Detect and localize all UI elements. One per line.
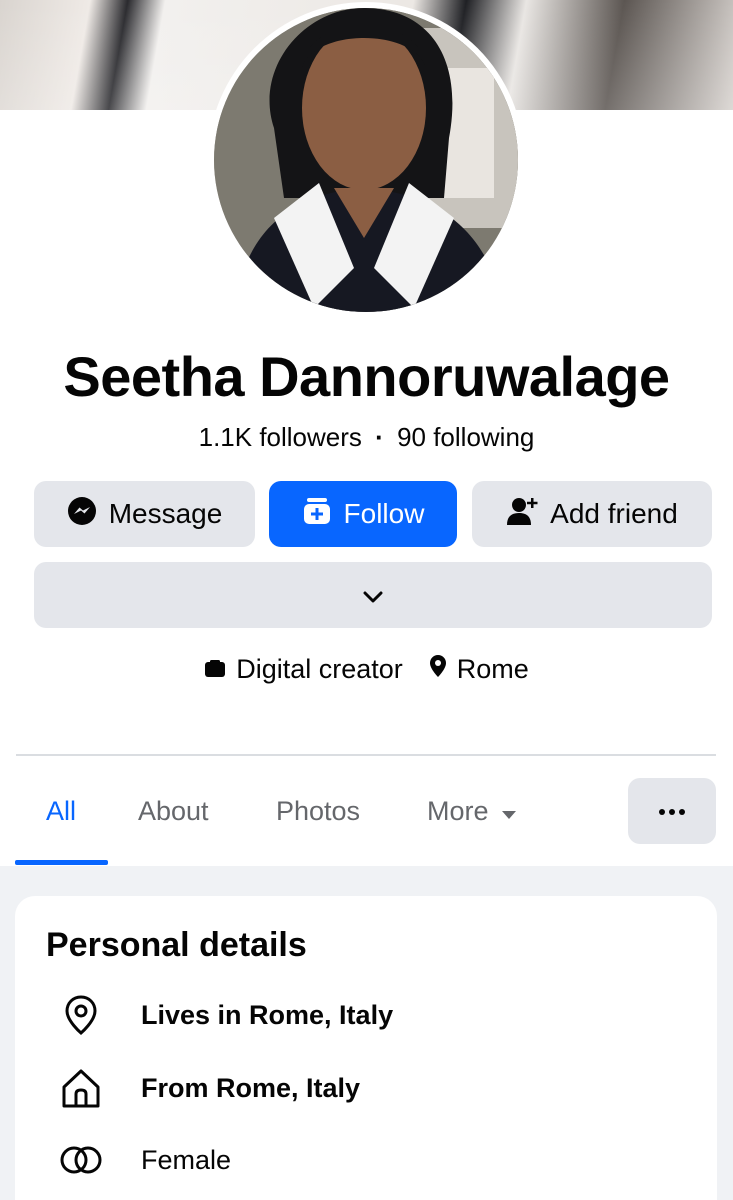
add-friend-label: Add friend	[550, 498, 678, 529]
caret-down-icon	[501, 796, 517, 827]
follow-label: Follow	[343, 498, 425, 529]
stats-separator: ·	[375, 422, 384, 452]
gender-icon	[59, 1138, 103, 1182]
message-label: Message	[108, 498, 223, 529]
expand-actions-button[interactable]	[34, 562, 712, 628]
active-tab-indicator	[15, 860, 108, 865]
gender-text: Female	[141, 1144, 232, 1175]
follow-stats: 1.1K followers · 90 following	[0, 422, 733, 453]
tab-about[interactable]: About	[138, 796, 209, 827]
profile-picture[interactable]	[208, 2, 524, 318]
location-pin-icon	[59, 993, 103, 1037]
intro-category: Digital creator	[204, 654, 403, 685]
profile-page: Seetha Dannoruwalage 1.1K followers · 90…	[0, 0, 733, 1200]
section-divider	[16, 754, 716, 756]
card-title: Personal details	[46, 926, 307, 964]
follow-icon	[302, 496, 332, 533]
ellipsis-icon	[659, 802, 685, 820]
messenger-icon	[67, 496, 97, 533]
intro-line: Digital creator Rome	[0, 654, 733, 685]
following-count[interactable]: 90 following	[397, 422, 534, 452]
avatar-image	[214, 8, 518, 312]
chevron-down-icon	[362, 579, 384, 611]
personal-details-card: Personal details Lives in Rome, Italy Fr…	[15, 896, 717, 1200]
tab-all[interactable]: All	[46, 796, 76, 827]
home-icon	[59, 1066, 103, 1110]
message-button[interactable]: Message	[34, 481, 255, 547]
lives-in-text: Lives in Rome, Italy	[141, 999, 394, 1030]
tab-more-label: More	[427, 796, 489, 826]
location-pin-icon	[429, 654, 447, 685]
tab-more[interactable]: More	[427, 796, 517, 827]
detail-lives-in[interactable]: Lives in Rome, Italy	[15, 990, 717, 1040]
location-text[interactable]: Rome	[457, 654, 529, 685]
more-options-button[interactable]	[628, 778, 716, 844]
profile-tabs: All About Photos More	[0, 778, 733, 866]
detail-gender: Female	[15, 1135, 717, 1185]
profile-name: Seetha Dannoruwalage	[63, 345, 670, 408]
followers-count[interactable]: 1.1K followers	[199, 422, 362, 452]
detail-from[interactable]: From Rome, Italy	[15, 1063, 717, 1113]
follow-button[interactable]: Follow	[269, 481, 457, 547]
add-friend-button[interactable]: Add friend	[472, 481, 712, 547]
briefcase-icon	[204, 654, 226, 685]
category-text: Digital creator	[236, 654, 403, 684]
from-text: From Rome, Italy	[141, 1072, 361, 1103]
add-person-icon	[506, 496, 538, 533]
tab-photos[interactable]: Photos	[276, 796, 360, 827]
intro-location: Rome	[429, 654, 529, 685]
